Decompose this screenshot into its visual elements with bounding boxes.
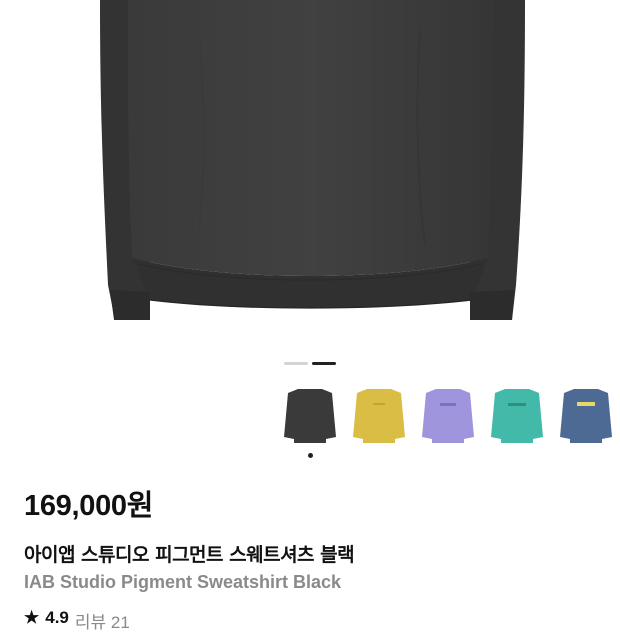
sweatshirt-thumbnail-icon <box>284 389 336 443</box>
swatch-green[interactable] <box>487 385 547 449</box>
swatch-yellow[interactable] <box>349 385 409 449</box>
color-swatch-list <box>0 385 620 455</box>
swatch-purple[interactable] <box>418 385 478 449</box>
sweatshirt-thumbnail-icon <box>422 389 474 443</box>
pager-dot-1[interactable] <box>284 362 308 365</box>
swatch-black[interactable] <box>280 385 340 449</box>
product-price: 169,000원 <box>24 490 154 522</box>
review-count[interactable]: 리뷰 21 <box>75 608 130 633</box>
gallery-pager <box>284 362 336 365</box>
rating-value: 4.9 <box>45 608 69 627</box>
sweatshirt-image <box>100 0 525 320</box>
sweatshirt-thumbnail-icon <box>353 389 405 443</box>
product-image[interactable] <box>0 0 620 345</box>
pager-dot-2[interactable] <box>312 362 336 365</box>
product-name-english: IAB Studio Pigment Sweatshirt Black <box>24 572 342 592</box>
selected-swatch-indicator <box>308 453 313 458</box>
swatch-blue[interactable] <box>556 385 616 449</box>
star-icon: ★ <box>24 608 40 627</box>
product-rating[interactable]: ★ 4.9 리뷰 21 <box>24 608 130 633</box>
sweatshirt-thumbnail-icon <box>560 389 612 443</box>
product-name-korean: 아이앱 스튜디오 피그먼트 스웨트셔츠 블랙 <box>24 544 355 566</box>
sweatshirt-thumbnail-icon <box>491 389 543 443</box>
